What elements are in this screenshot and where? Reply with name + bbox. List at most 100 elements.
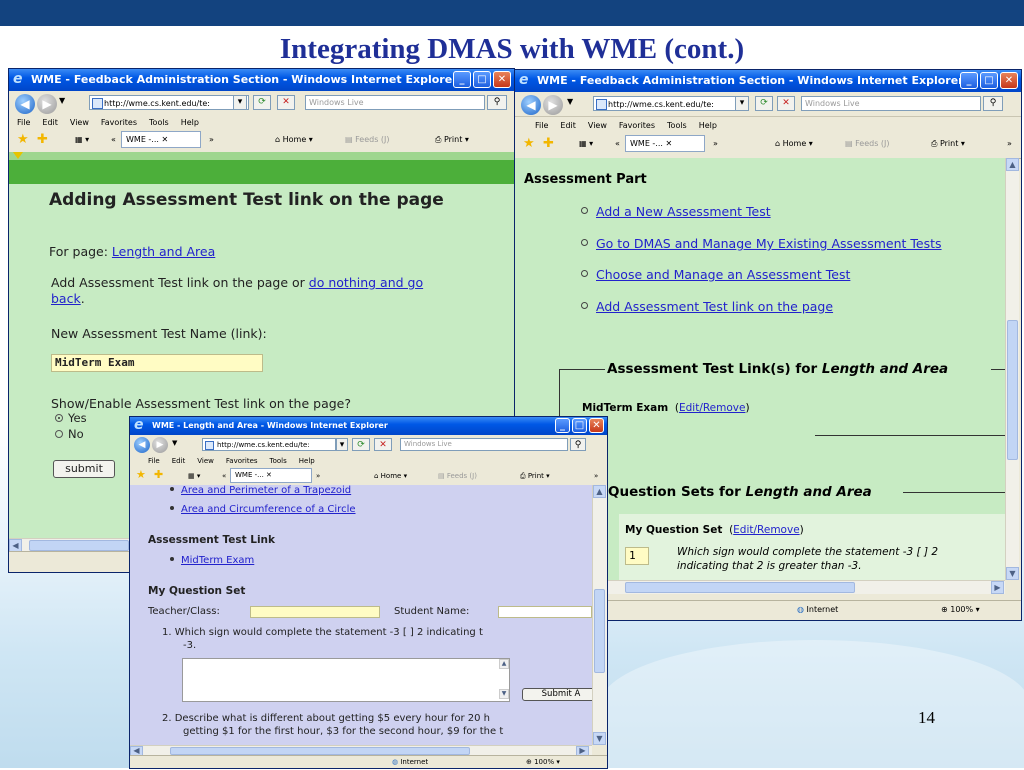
length-and-area-link[interactable]: Length and Area [112, 244, 215, 259]
scroll-up-icon[interactable]: ▲ [593, 485, 606, 498]
tab-list-icon[interactable]: « [222, 469, 226, 483]
close-button[interactable]: ✕ [493, 71, 511, 88]
menu-file[interactable]: File [17, 118, 30, 127]
address-dropdown-icon[interactable]: ▾ [336, 438, 348, 451]
add-favorite-icon[interactable]: ✚ [154, 468, 163, 482]
vertical-scrollbar[interactable]: ▲ ▼ [1005, 158, 1019, 580]
test-name-input[interactable]: MidTerm Exam [51, 354, 263, 372]
toolbar-overflow-icon[interactable]: » [1007, 137, 1012, 151]
back-icon[interactable]: ◀ [134, 437, 150, 453]
do-nothing-link[interactable]: do nothing and go [309, 275, 423, 290]
back-icon[interactable]: ◀ [521, 95, 541, 115]
answer-textarea[interactable]: ▲ ▼ [182, 658, 510, 702]
print-button[interactable]: ⎙ Print ▾ [520, 469, 550, 483]
maximize-button[interactable]: □ [980, 72, 998, 89]
back-icon[interactable]: ◀ [15, 94, 35, 114]
scroll-thumb[interactable] [594, 589, 605, 673]
history-dropdown-icon[interactable]: ▼ [567, 97, 573, 106]
scroll-down-icon[interactable]: ▼ [593, 732, 606, 745]
refresh-icon[interactable]: ⟳ [352, 438, 370, 451]
favorites-star-icon[interactable]: ★ [17, 133, 29, 147]
add-favorite-icon[interactable]: ✚ [543, 137, 554, 151]
question-number-field[interactable]: 1 [625, 547, 649, 565]
search-input[interactable]: Windows Live [801, 96, 981, 111]
go-back-link[interactable]: back [51, 291, 81, 306]
address-dropdown-icon[interactable]: ▾ [233, 95, 247, 110]
menu-favorites[interactable]: Favorites [619, 121, 655, 130]
menu-help[interactable]: Help [299, 457, 315, 465]
print-button[interactable]: ⎙ Print ▾ [931, 137, 965, 151]
feeds-button[interactable]: ▤ Feeds (J) [845, 137, 890, 151]
menu-file[interactable]: File [148, 457, 160, 465]
close-button[interactable]: ✕ [589, 418, 604, 433]
menu-file[interactable]: File [535, 121, 548, 130]
submit-answer-button[interactable]: Submit A [522, 688, 592, 701]
home-button[interactable]: ⌂ Home ▾ [374, 469, 407, 483]
vertical-scrollbar[interactable]: ▲ ▼ [592, 485, 607, 745]
radio-no-icon[interactable] [55, 430, 63, 438]
maximize-button[interactable]: □ [473, 71, 491, 88]
print-button[interactable]: ⎙ Print ▾ [435, 133, 469, 147]
submit-button[interactable]: submit [53, 460, 115, 478]
address-bar[interactable]: http://wme.cs.kent.edu/te: [202, 438, 336, 451]
menu-help[interactable]: Help [181, 118, 199, 127]
quick-tabs-icon[interactable]: ▦ ▾ [75, 133, 89, 147]
add-new-test-link[interactable]: Add a New Assessment Test [596, 204, 771, 219]
edit-remove-link[interactable]: Edit/Remove [733, 524, 799, 536]
search-input[interactable]: Windows Live [305, 95, 485, 110]
scroll-thumb[interactable] [170, 747, 470, 755]
tab-list-icon[interactable]: « [111, 133, 116, 147]
scroll-right-icon[interactable]: ▶ [991, 581, 1004, 594]
window-titlebar[interactable]: e WME - Feedback Administration Section … [515, 70, 1021, 92]
trapezoid-link[interactable]: Area and Perimeter of a Trapezoid [181, 485, 351, 496]
circle-link[interactable]: Area and Circumference of a Circle [181, 504, 356, 515]
window-titlebar[interactable]: e WME - Length and Area - Windows Intern… [130, 417, 607, 435]
close-button[interactable]: ✕ [1000, 72, 1018, 89]
menu-favorites[interactable]: Favorites [226, 457, 258, 465]
tab-scroll-icon[interactable]: » [209, 133, 214, 147]
stop-icon[interactable]: ✕ [374, 438, 392, 451]
menu-favorites[interactable]: Favorites [101, 118, 137, 127]
tab-scroll-icon[interactable]: » [713, 137, 718, 151]
history-dropdown-icon[interactable]: ▼ [172, 439, 177, 447]
forward-icon[interactable]: ▶ [543, 95, 563, 115]
scroll-down-icon[interactable]: ▼ [499, 689, 509, 699]
go-to-dmas-link[interactable]: Go to DMAS and Manage My Existing Assess… [596, 236, 942, 251]
search-icon[interactable]: ⚲ [570, 438, 586, 451]
quick-tabs-icon[interactable]: ▦ ▾ [188, 469, 200, 483]
search-icon[interactable]: ⚲ [983, 96, 1003, 111]
quick-tabs-icon[interactable]: ▦ ▾ [579, 137, 593, 151]
browser-tab[interactable]: WME -... ✕ [230, 468, 312, 483]
menu-tools[interactable]: Tools [667, 121, 687, 130]
home-button[interactable]: ⌂ Home ▾ [775, 137, 813, 151]
refresh-icon[interactable]: ⟳ [253, 95, 271, 110]
minimize-button[interactable]: _ [555, 418, 570, 433]
menu-edit[interactable]: Edit [42, 118, 58, 127]
stop-icon[interactable]: ✕ [277, 95, 295, 110]
zoom-level[interactable]: ⊕ 100% ▾ [526, 756, 560, 768]
choose-manage-test-link[interactable]: Choose and Manage an Assessment Test [596, 267, 850, 282]
window-titlebar[interactable]: e WME - Feedback Administration Section … [9, 69, 514, 91]
menu-view[interactable]: View [588, 121, 607, 130]
tab-list-icon[interactable]: « [615, 137, 620, 151]
radio-no[interactable]: No [55, 427, 84, 441]
minimize-button[interactable]: _ [453, 71, 471, 88]
teacher-class-input[interactable] [250, 606, 380, 618]
address-bar[interactable]: http://wme.cs.kent.edu/te: [89, 95, 249, 110]
scroll-thumb[interactable] [1007, 320, 1018, 460]
browser-tab[interactable]: WME -... ✕ [121, 131, 201, 148]
zoom-level[interactable]: ⊕ 100% ▾ [941, 601, 980, 618]
history-dropdown-icon[interactable]: ▼ [59, 96, 65, 105]
scroll-up-icon[interactable]: ▲ [1006, 158, 1019, 171]
forward-icon[interactable]: ▶ [152, 437, 168, 453]
add-favorite-icon[interactable]: ✚ [37, 133, 48, 147]
menu-edit[interactable]: Edit [172, 457, 186, 465]
feeds-button[interactable]: ▤ Feeds (J) [345, 133, 390, 147]
search-input[interactable]: Windows Live [400, 438, 568, 451]
scroll-up-icon[interactable]: ▲ [499, 659, 509, 669]
radio-yes-icon[interactable] [55, 414, 63, 422]
add-test-link-link[interactable]: Add Assessment Test link on the page [596, 299, 833, 314]
refresh-icon[interactable]: ⟳ [755, 96, 773, 111]
stop-icon[interactable]: ✕ [777, 96, 795, 111]
home-button[interactable]: ⌂ Home ▾ [275, 133, 313, 147]
